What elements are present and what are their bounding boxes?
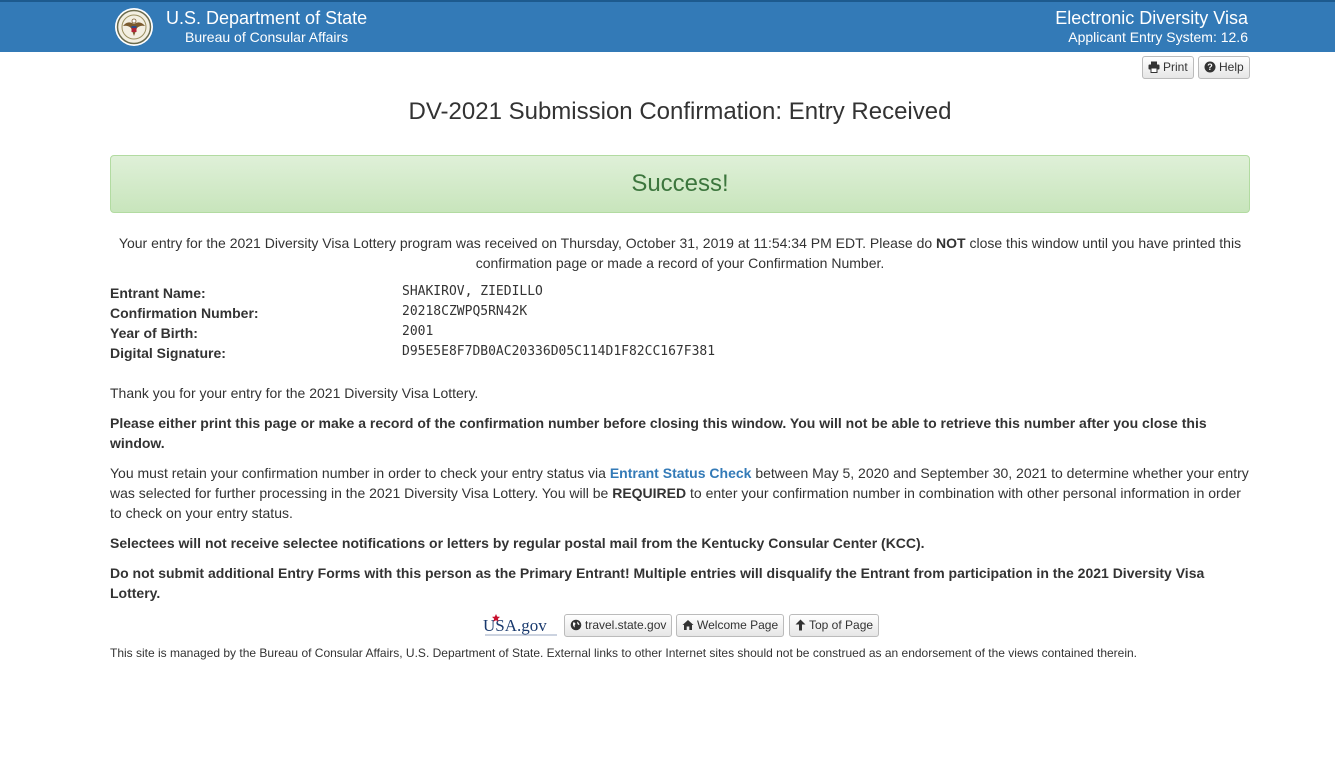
- year-of-birth-label: Year of Birth:: [110, 325, 198, 341]
- printer-icon: [1148, 61, 1160, 73]
- help-button[interactable]: ? Help: [1198, 56, 1250, 79]
- received-text-pre: Your entry for the 2021 Diversity Visa L…: [118, 235, 937, 251]
- usagov-logo[interactable]: USA.gov: [481, 612, 561, 638]
- print-button[interactable]: Print: [1142, 56, 1194, 79]
- entrant-name-value: SHAKIROV, ZIEDILLO: [402, 284, 543, 299]
- entrant-name-label: Entrant Name:: [110, 285, 206, 301]
- success-alert: Success!: [110, 155, 1250, 213]
- duplicate-entry-warning: Do not submit additional Entry Forms wit…: [110, 565, 1205, 601]
- retain-notice: You must retain your confirmation number…: [110, 463, 1250, 523]
- welcome-page-button[interactable]: Welcome Page: [676, 614, 785, 637]
- department-name: U.S. Department of State: [166, 8, 368, 28]
- top-of-page-button[interactable]: Top of Page: [789, 614, 880, 637]
- travel-state-gov-label: travel.state.gov: [585, 618, 667, 632]
- travel-state-gov-button[interactable]: travel.state.gov: [564, 614, 673, 637]
- welcome-page-label: Welcome Page: [697, 618, 779, 632]
- confirmation-number-value: 20218CZWPQ5RN42K: [402, 304, 528, 319]
- received-emphasis: NOT: [936, 235, 966, 251]
- globe-icon: [570, 619, 582, 631]
- header-bar: U.S. Department of State Bureau of Consu…: [0, 0, 1335, 52]
- entrant-status-check-link[interactable]: Entrant Status Check: [610, 465, 752, 481]
- svg-text:?: ?: [1207, 62, 1213, 72]
- usagov-logo-text: USA.gov: [483, 616, 547, 635]
- seal-icon: [115, 8, 153, 46]
- page-title: DV-2021 Submission Confirmation: Entry R…: [408, 98, 952, 125]
- question-circle-icon: ?: [1204, 61, 1216, 73]
- system-name: Electronic Diversity Visa: [1055, 8, 1248, 28]
- retain-emphasis: REQUIRED: [612, 485, 687, 501]
- digital-signature-label: Digital Signature:: [110, 345, 226, 361]
- home-icon: [682, 620, 694, 630]
- print-label: Print: [1163, 60, 1188, 74]
- digital-signature-value: D95E5E8F7DB0AC20336D05C114D1F82CC167F381: [402, 344, 716, 359]
- top-of-page-label: Top of Page: [809, 618, 874, 632]
- system-version: Applicant Entry System: 12.6: [1068, 29, 1248, 45]
- retain-text-pre: You must retain your confirmation number…: [110, 465, 610, 481]
- help-label: Help: [1219, 60, 1244, 74]
- footer-disclaimer: This site is managed by the Bureau of Co…: [110, 646, 1138, 660]
- arrow-up-icon: [795, 619, 806, 631]
- thanks-text: Thank you for your entry for the 2021 Di…: [110, 385, 479, 401]
- confirmation-number-label: Confirmation Number:: [110, 305, 259, 321]
- received-message: Your entry for the 2021 Diversity Visa L…: [110, 233, 1250, 273]
- year-of-birth-value: 2001: [402, 324, 434, 339]
- bureau-name: Bureau of Consular Affairs: [185, 29, 349, 45]
- print-notice: Please either print this page or make a …: [110, 415, 1207, 451]
- selectees-notice: Selectees will not receive selectee noti…: [110, 535, 925, 551]
